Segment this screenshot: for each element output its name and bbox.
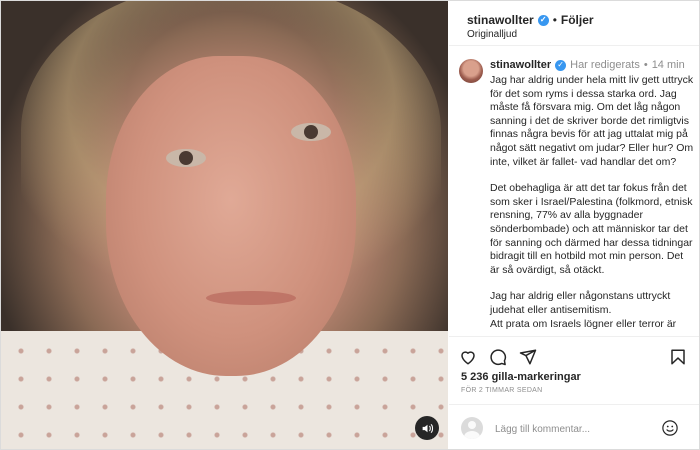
post-video[interactable] — [1, 1, 448, 449]
video-left-eye — [166, 149, 206, 167]
caption-paragraph: Jag har aldrig eller någonstans uttryckt… — [490, 290, 671, 316]
bookmark-icon[interactable] — [669, 348, 687, 366]
post-sidebar: stinawollter ✓ • Följer Originalljud sti… — [449, 1, 699, 449]
verified-badge-icon: ✓ — [537, 14, 549, 26]
comment-input[interactable] — [493, 418, 667, 440]
original-audio-link[interactable]: Originalljud — [467, 29, 517, 40]
comment-bar — [449, 404, 699, 450]
post-header: stinawollter ✓ • Följer Originalljud — [449, 1, 699, 46]
caption-paragraph: Jag har aldrig under hela mitt liv gett … — [490, 74, 694, 168]
smiley-icon[interactable] — [661, 419, 679, 437]
caption-area[interactable]: stinawollter ✓ Har redigerats • 14 min J… — [449, 47, 699, 335]
video-face-area — [106, 56, 356, 376]
caption-time[interactable]: 14 min — [652, 59, 685, 71]
caption-text: Jag har aldrig under hela mitt liv gett … — [490, 74, 695, 335]
header-username[interactable]: stinawollter — [467, 13, 534, 27]
speech-bubble-icon[interactable] — [489, 348, 507, 366]
heart-icon[interactable] — [459, 348, 477, 366]
avatar — [461, 417, 483, 439]
edited-label: Har redigerats — [570, 59, 640, 71]
header-separator: • — [552, 13, 557, 27]
caption-paragraph: Att prata om Israels lögner eller terror… — [490, 317, 677, 330]
avatar[interactable] — [459, 59, 483, 83]
paper-plane-icon[interactable] — [519, 348, 537, 366]
follow-button[interactable]: Följer — [561, 13, 594, 27]
video-mouth — [206, 291, 296, 305]
caption-meta-row: stinawollter ✓ Har redigerats • 14 min — [490, 59, 685, 71]
verified-badge-icon: ✓ — [555, 59, 567, 71]
audio-toggle-button[interactable] — [415, 416, 439, 440]
caption-paragraph: Det obehagliga är att det tar fokus från… — [490, 182, 693, 276]
caption-separator: • — [643, 59, 648, 71]
header-user-row: stinawollter ✓ • Följer — [467, 13, 594, 27]
like-count[interactable]: 5 236 gilla-markeringar — [461, 371, 581, 383]
video-right-eye — [291, 123, 331, 141]
post-timestamp[interactable]: FÖR 2 TIMMAR SEDAN — [461, 387, 543, 394]
speaker-icon — [422, 423, 433, 433]
caption-username[interactable]: stinawollter — [490, 59, 551, 71]
